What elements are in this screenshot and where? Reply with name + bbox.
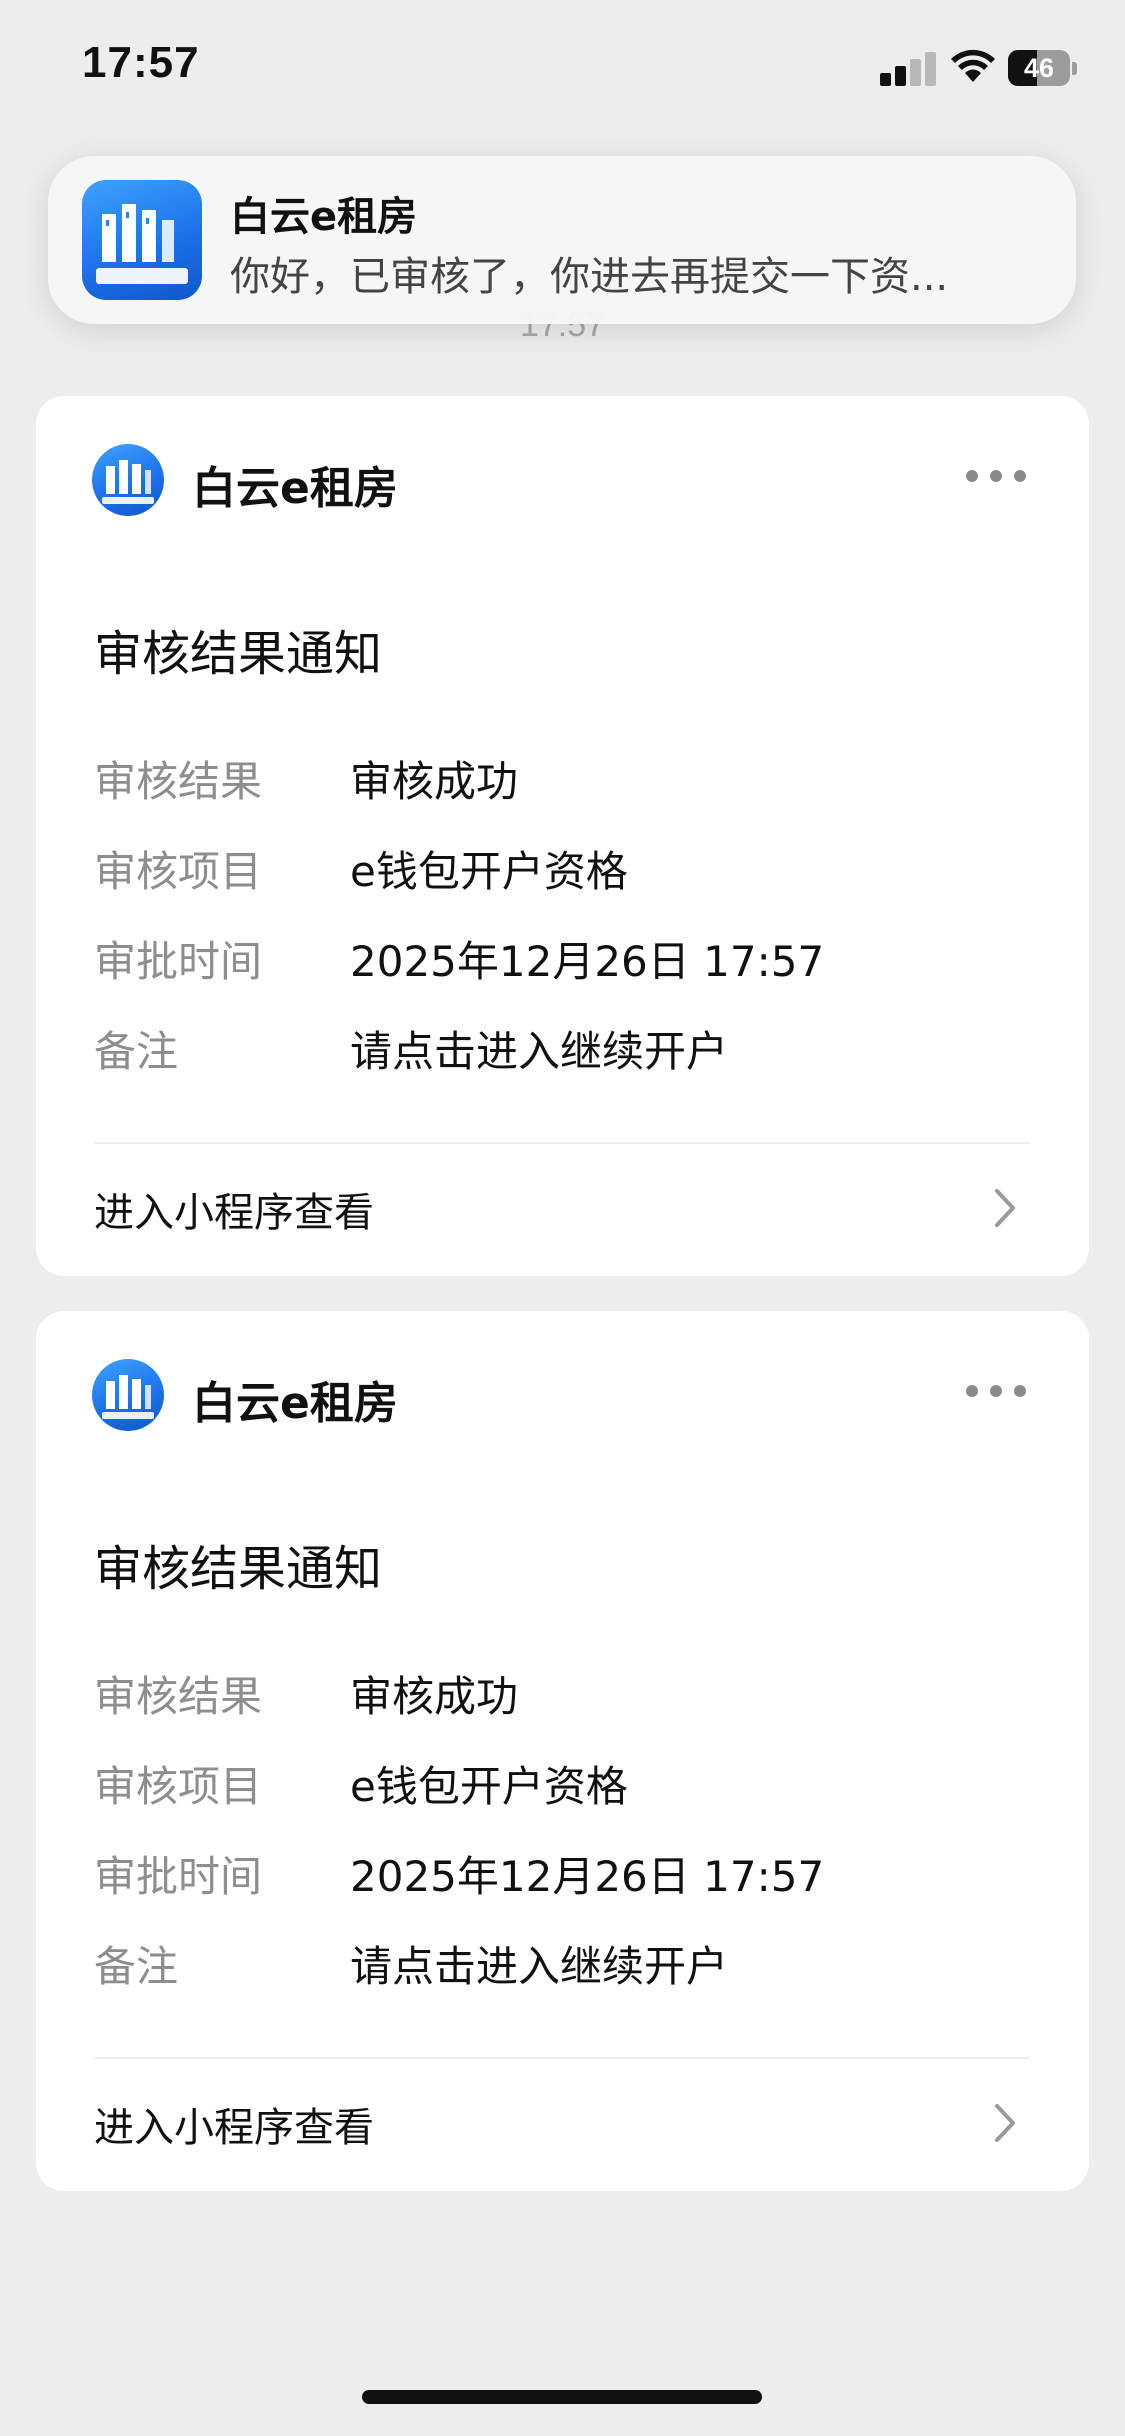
notification-message: 你好，已审核了，你进去再提交一下资...: [230, 254, 949, 300]
field-review-item: 审核项目 e钱包开户资格: [94, 838, 1054, 898]
field-review-result: 审核结果 审核成功: [94, 1663, 1054, 1723]
field-value: e钱包开户资格: [350, 1762, 628, 1811]
battery-icon: 46: [1008, 50, 1077, 86]
card-title: 审核结果通知: [94, 1541, 383, 1597]
field-approval-time: 审批时间 2025年12月26日 17:57: [94, 1843, 1054, 1903]
app-logo-icon: [96, 204, 188, 284]
field-label: 审核结果: [94, 757, 263, 806]
open-mini-program-link[interactable]: 进入小程序查看: [36, 1144, 1089, 1274]
field-label: 审批时间: [94, 1852, 263, 1901]
app-avatar[interactable]: [92, 1359, 164, 1431]
card-source-name: 白云e租房: [192, 463, 398, 514]
status-time: 17:57: [82, 38, 200, 87]
field-value: 请点击进入继续开户: [350, 1942, 729, 1991]
field-label: 审核结果: [94, 1672, 263, 1721]
field-label: 审核项目: [94, 1762, 263, 1811]
open-mini-program-label: 进入小程序查看: [94, 1190, 374, 1236]
field-review-result: 审核结果 审核成功: [94, 748, 1054, 808]
open-mini-program-link[interactable]: 进入小程序查看: [36, 2059, 1089, 2189]
chat-screen: 17:57 46 17:57 白云e租房 审核结果通知 审核结果 审核成功 审核…: [0, 0, 1125, 2436]
field-value: 审核成功: [350, 1672, 519, 1721]
field-value: e钱包开户资格: [350, 847, 628, 896]
field-label: 备注: [94, 1027, 179, 1076]
battery-percentage: 46: [1023, 53, 1055, 83]
field-label: 审批时间: [94, 937, 263, 986]
field-remark: 备注 请点击进入继续开户: [94, 1018, 1054, 1078]
notification-card[interactable]: 白云e租房 审核结果通知 审核结果 审核成功 审核项目 e钱包开户资格 审批时间…: [36, 1311, 1089, 2191]
home-indicator[interactable]: [362, 2390, 762, 2404]
app-logo-icon: [102, 460, 154, 504]
push-notification-banner[interactable]: 白云e租房 你好，已审核了，你进去再提交一下资...: [48, 156, 1076, 324]
more-options-icon[interactable]: [966, 470, 1026, 482]
chevron-right-icon: [995, 2104, 1015, 2142]
app-icon: [82, 180, 202, 300]
chevron-right-icon: [995, 1189, 1015, 1227]
card-title: 审核结果通知: [94, 626, 383, 682]
field-value: 请点击进入继续开户: [350, 1027, 729, 1076]
open-mini-program-label: 进入小程序查看: [94, 2105, 374, 2151]
field-label: 审核项目: [94, 847, 263, 896]
notification-app-name: 白云e租房: [230, 194, 418, 240]
field-label: 备注: [94, 1942, 179, 1991]
field-approval-time: 审批时间 2025年12月26日 17:57: [94, 928, 1054, 988]
field-value: 2025年12月26日 17:57: [350, 937, 825, 986]
app-avatar[interactable]: [92, 444, 164, 516]
wifi-icon: [951, 49, 995, 82]
status-bar: 17:57 46: [0, 0, 1125, 130]
notification-card[interactable]: 白云e租房 审核结果通知 审核结果 审核成功 审核项目 e钱包开户资格 审批时间…: [36, 396, 1089, 1276]
field-value: 审核成功: [350, 757, 519, 806]
field-value: 2025年12月26日 17:57: [350, 1852, 825, 1901]
cellular-signal-icon: [880, 50, 936, 86]
field-remark: 备注 请点击进入继续开户: [94, 1933, 1054, 1993]
app-logo-icon: [102, 1375, 154, 1419]
field-review-item: 审核项目 e钱包开户资格: [94, 1753, 1054, 1813]
card-source-name: 白云e租房: [192, 1378, 398, 1429]
more-options-icon[interactable]: [966, 1385, 1026, 1397]
